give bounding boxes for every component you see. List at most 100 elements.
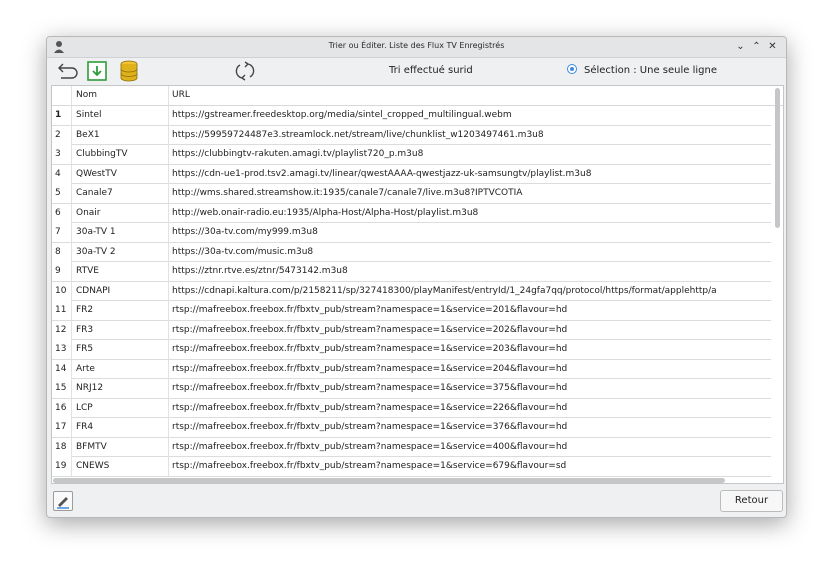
table-row[interactable]: 13 FR5 rtsp://mafreebox.freebox.fr/fbxtv_p… bbox=[52, 340, 771, 360]
table-row[interactable]: 8 30a-TV 2 https://30a-tv.com/music.m3u8 bbox=[52, 242, 771, 262]
header-name[interactable]: Nom bbox=[72, 86, 169, 105]
table-row[interactable]: 7 30a-TV 1 https://30a-tv.com/my999.m3u8 bbox=[52, 223, 771, 243]
row-number: 5 bbox=[52, 184, 72, 203]
table-row[interactable]: 14 Arte rtsp://mafreebox.freebox.fr/fbxtv_… bbox=[52, 359, 771, 379]
table-row[interactable]: 18 BFMTV rtsp://mafreebox.freebox.fr/fbxtv… bbox=[52, 437, 771, 457]
row-number: 6 bbox=[52, 203, 72, 223]
row-url: rtsp://mafreebox.freebox.fr/fbxtv_pub/st… bbox=[172, 344, 568, 354]
row-name: Sintel bbox=[72, 106, 169, 125]
table-row[interactable]: 6 Onair http://web.onair-radio.eu:1935/Alp… bbox=[52, 203, 771, 223]
row-url: http://web.onair-radio.eu:1935/Alpha-Hos… bbox=[172, 207, 479, 218]
selection-label: Sélection : Une seule ligne bbox=[584, 65, 718, 76]
row-url: https://cdn-ue1-prod.tsv2.amagi.tv/linea… bbox=[172, 168, 592, 179]
row-name: FR5 bbox=[72, 340, 169, 359]
row-url: https://gstreamer.freedesktop.org/media/… bbox=[172, 110, 512, 120]
toolbar: Tri effectué surid Sélection : Une seule… bbox=[47, 58, 786, 84]
row-number: 13 bbox=[52, 340, 72, 359]
close-button[interactable]: ✕ bbox=[766, 40, 779, 53]
row-number: 1 bbox=[52, 106, 72, 125]
row-number: 18 bbox=[52, 437, 72, 457]
edit-button[interactable] bbox=[53, 491, 73, 511]
streams-table: Nom URL 1 Sintel https://gstreamer.freedes… bbox=[51, 85, 784, 484]
table-row[interactable]: 1 Sintel https://gstreamer.freedesktop.org… bbox=[52, 106, 771, 126]
horizontal-scrollbar[interactable] bbox=[53, 478, 725, 483]
row-name: LCP bbox=[72, 398, 169, 418]
table-row[interactable]: 4 QWestTV https://cdn-ue1-prod.tsv2.amagi.… bbox=[52, 164, 771, 184]
table-row[interactable]: 2 BeX1 https://59959724487e3.streamlock.ne… bbox=[52, 125, 771, 145]
row-number: 16 bbox=[52, 398, 72, 418]
table-row[interactable]: 15 NRJ12 rtsp://mafreebox.freebox.fr/fbxtv… bbox=[52, 379, 771, 399]
row-name: FR4 bbox=[72, 418, 169, 437]
row-url: rtsp://mafreebox.freebox.fr/fbxtv_pub/st… bbox=[172, 363, 568, 374]
row-number: 7 bbox=[52, 223, 72, 242]
row-number: 15 bbox=[52, 379, 72, 398]
header-url[interactable]: URL bbox=[169, 86, 771, 105]
row-name: CDNAPI bbox=[72, 281, 169, 301]
row-number: 9 bbox=[52, 262, 72, 281]
row-name: FR3 bbox=[72, 320, 169, 340]
header-num[interactable] bbox=[52, 86, 72, 105]
row-name: FR2 bbox=[72, 301, 169, 320]
table-header: Nom URL bbox=[52, 86, 783, 106]
row-name: BFMTV bbox=[72, 437, 169, 457]
table-row[interactable]: 12 FR3 rtsp://mafreebox.freebox.fr/fbxtv_p… bbox=[52, 320, 771, 340]
title-bar[interactable]: Trier ou Éditer. Liste des Flux TV Enreg… bbox=[47, 37, 786, 58]
back-arrow-icon[interactable] bbox=[55, 59, 79, 83]
row-url: rtsp://mafreebox.freebox.fr/fbxtv_pub/st… bbox=[172, 461, 567, 471]
row-name: Canale7 bbox=[72, 184, 169, 203]
row-url: rtsp://mafreebox.freebox.fr/fbxtv_pub/st… bbox=[172, 402, 568, 413]
vertical-scrollbar[interactable] bbox=[775, 88, 780, 228]
refresh-icon[interactable] bbox=[233, 59, 257, 83]
row-number: 3 bbox=[52, 145, 72, 164]
row-name: RTVE bbox=[72, 262, 169, 281]
row-number: 8 bbox=[52, 242, 72, 262]
row-url: https://30a-tv.com/music.m3u8 bbox=[172, 246, 314, 257]
row-name: ClubbingTV bbox=[72, 145, 169, 164]
save-download-icon[interactable] bbox=[85, 59, 109, 83]
row-url: https://ztnr.rtve.es/ztnr/5473142.m3u8 bbox=[172, 266, 348, 276]
table-row[interactable]: 11 FR2 rtsp://mafreebox.freebox.fr/fbxtv_p… bbox=[52, 301, 771, 321]
table-row[interactable]: 10 CDNAPI https://cdnapi.kaltura.com/p/215… bbox=[52, 281, 771, 301]
database-icon[interactable] bbox=[117, 59, 141, 83]
edit-icon bbox=[57, 497, 69, 509]
row-name: CNEWS bbox=[72, 457, 169, 476]
row-url: http://wms.shared.streamshow.it:1935/can… bbox=[172, 188, 523, 198]
row-url: https://30a-tv.com/my999.m3u8 bbox=[172, 227, 318, 237]
table-row[interactable]: 19 CNEWS rtsp://mafreebox.freebox.fr/fbxtv… bbox=[52, 457, 771, 477]
row-url: https://clubbingtv-rakuten.amagi.tv/play… bbox=[172, 149, 424, 159]
retour-button[interactable]: Retour bbox=[720, 490, 783, 512]
row-number: 4 bbox=[52, 164, 72, 184]
row-name: BeX1 bbox=[72, 125, 169, 145]
row-url: rtsp://mafreebox.freebox.fr/fbxtv_pub/st… bbox=[172, 422, 568, 432]
row-url: https://59959724487e3.streamlock.net/str… bbox=[172, 129, 544, 140]
row-number: 11 bbox=[52, 301, 72, 320]
row-name: 30a-TV 1 bbox=[72, 223, 169, 242]
table-row[interactable]: 3 ClubbingTV https://clubbingtv-rakuten.am… bbox=[52, 145, 771, 165]
row-number: 12 bbox=[52, 320, 72, 340]
row-name: QWestTV bbox=[72, 164, 169, 184]
row-name: Arte bbox=[72, 359, 169, 379]
sort-status-text: Tri effectué surid bbox=[389, 65, 473, 76]
footer-bar: Retour bbox=[47, 485, 786, 517]
selection-radio[interactable] bbox=[567, 64, 577, 74]
table-row[interactable]: 16 LCP rtsp://mafreebox.freebox.fr/fbxtv_p… bbox=[52, 398, 771, 418]
row-name: Onair bbox=[72, 203, 169, 223]
row-url: rtsp://mafreebox.freebox.fr/fbxtv_pub/st… bbox=[172, 383, 568, 393]
row-number: 2 bbox=[52, 125, 72, 145]
table-row[interactable]: 9 RTVE https://ztnr.rtve.es/ztnr/5473142.m… bbox=[52, 262, 771, 282]
row-url: https://cdnapi.kaltura.com/p/2158211/sp/… bbox=[172, 285, 717, 296]
maximize-button[interactable]: ⌃ bbox=[750, 40, 763, 53]
row-url: rtsp://mafreebox.freebox.fr/fbxtv_pub/st… bbox=[172, 305, 568, 315]
row-url: rtsp://mafreebox.freebox.fr/fbxtv_pub/st… bbox=[172, 324, 568, 335]
app-window: Trier ou Éditer. Liste des Flux TV Enreg… bbox=[46, 36, 787, 518]
table-row[interactable]: 5 Canale7 http://wms.shared.streamshow.it:… bbox=[52, 184, 771, 204]
row-url: rtsp://mafreebox.freebox.fr/fbxtv_pub/st… bbox=[172, 441, 568, 452]
row-number: 17 bbox=[52, 418, 72, 437]
minimize-button[interactable]: ⌄ bbox=[734, 40, 747, 53]
window-title: Trier ou Éditer. Liste des Flux TV Enreg… bbox=[328, 41, 505, 50]
row-number: 10 bbox=[52, 281, 72, 301]
table-row[interactable]: 17 FR4 rtsp://mafreebox.freebox.fr/fbxtv_p… bbox=[52, 418, 771, 438]
row-number: 19 bbox=[52, 457, 72, 476]
row-name: 30a-TV 2 bbox=[72, 242, 169, 262]
row-number: 14 bbox=[52, 359, 72, 379]
